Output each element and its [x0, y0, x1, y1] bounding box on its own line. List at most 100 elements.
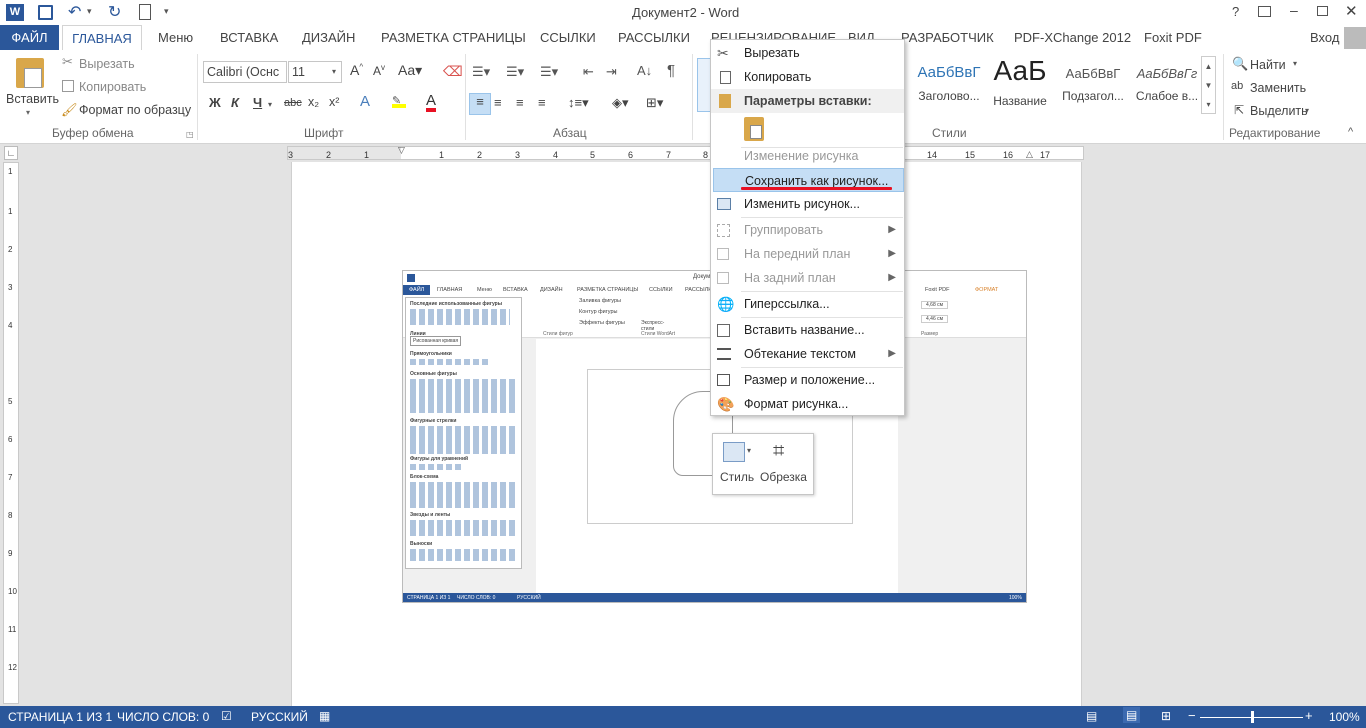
cut-icon[interactable]: ✂ — [62, 54, 73, 70]
menu-copy[interactable]: Копировать — [711, 65, 904, 89]
superscript-button[interactable]: x² — [329, 95, 339, 109]
save-icon[interactable] — [38, 5, 53, 20]
redo-icon[interactable]: ↻ — [108, 2, 121, 22]
menu-wrap-text[interactable]: Обтекание текстом ▶ — [711, 342, 904, 366]
horizontal-ruler[interactable]: 3 2 1 1 2 3 4 5 6 7 8 14 15 16 17 ▽ △ — [287, 145, 1084, 160]
ribbon-display-icon[interactable] — [1258, 6, 1271, 17]
grow-font-button[interactable]: A^ — [350, 62, 363, 78]
style-subtle-emphasis[interactable]: АаБбВвГг Слабое в... — [1132, 56, 1202, 112]
macro-icon[interactable]: ▦ — [319, 709, 330, 723]
tab-design[interactable]: ДИЗАЙН — [302, 25, 355, 50]
vertical-ruler[interactable]: 1 1 2 3 4 5 6 7 8 9 10 11 12 — [3, 162, 19, 704]
show-marks-icon[interactable]: ¶ — [667, 62, 675, 79]
undo-icon[interactable]: ↶ — [68, 2, 81, 22]
find-icon[interactable]: 🔍 — [1232, 56, 1248, 72]
justify-icon[interactable]: ≡ — [538, 95, 546, 110]
sort-icon[interactable]: A↓ — [637, 63, 652, 78]
zoom-in-icon[interactable]: + — [1305, 708, 1313, 723]
style-dropdown-icon[interactable]: ▾ — [747, 446, 751, 455]
tab-references[interactable]: ССЫЛКИ — [540, 25, 596, 50]
font-name-combo[interactable]: Calibri (Оснс — [203, 61, 287, 83]
tab-pdfxchange[interactable]: PDF-XChange 2012 — [1014, 25, 1131, 50]
align-center-icon[interactable]: ≡ — [494, 95, 502, 110]
right-indent-marker[interactable]: △ — [1026, 149, 1033, 160]
tab-selector[interactable]: ∟ — [4, 146, 18, 160]
tab-home[interactable]: ГЛАВНАЯ — [62, 25, 142, 51]
copy-button[interactable]: Копировать — [79, 80, 146, 94]
increase-indent-icon[interactable]: ⇥ — [606, 64, 617, 80]
tab-menu[interactable]: Меню — [158, 25, 193, 50]
menu-hyperlink[interactable]: 🌐 Гиперссылка... — [711, 292, 904, 316]
status-page[interactable]: СТРАНИЦА 1 ИЗ 1 — [8, 710, 112, 724]
underline-dropdown-icon[interactable]: ▾ — [268, 100, 272, 109]
copy-icon[interactable] — [62, 80, 74, 92]
borders-icon[interactable]: ⊞▾ — [646, 95, 663, 111]
find-button[interactable]: Найти — [1250, 58, 1286, 72]
customize-qat-icon[interactable]: ▾ — [164, 6, 169, 17]
tab-insert[interactable]: ВСТАВКА — [220, 25, 278, 50]
style-button[interactable]: Стиль — [720, 470, 754, 484]
multilevel-list-icon[interactable]: ☰▾ — [540, 64, 558, 80]
style-normal-partial[interactable] — [697, 58, 711, 112]
new-doc-icon[interactable] — [139, 4, 151, 20]
font-color-button[interactable]: A — [426, 93, 437, 112]
style-heading1[interactable]: АаБбВвГ Заголово... — [910, 56, 988, 112]
select-dropdown-icon[interactable]: ▾ — [1305, 106, 1309, 115]
status-words[interactable]: ЧИСЛО СЛОВ: 0 — [117, 710, 209, 724]
align-right-icon[interactable]: ≡ — [516, 95, 524, 110]
italic-button[interactable]: К — [231, 95, 239, 110]
status-language[interactable]: РУССКИЙ — [251, 710, 308, 724]
shading-icon[interactable]: ◈▾ — [612, 95, 629, 111]
collapse-ribbon-icon[interactable]: ^ — [1348, 126, 1353, 138]
zoom-level[interactable]: 100% — [1329, 710, 1360, 724]
bold-button[interactable]: Ж — [209, 95, 221, 110]
menu-insert-caption[interactable]: Вставить название... — [711, 318, 904, 342]
avatar[interactable] — [1344, 27, 1366, 49]
login-link[interactable]: Вход — [1310, 25, 1339, 50]
numbering-icon[interactable]: ☰▾ — [506, 64, 524, 80]
text-effects-button[interactable]: A — [360, 93, 370, 110]
paste-keep-source-icon[interactable] — [744, 117, 764, 141]
align-left-icon[interactable]: ≡ — [469, 93, 491, 115]
proofing-icon[interactable]: ☑ — [221, 709, 232, 723]
find-dropdown-icon[interactable]: ▾ — [1293, 59, 1297, 68]
bullets-icon[interactable]: ☰▾ — [472, 64, 490, 80]
indent-marker[interactable]: ▽ — [398, 145, 405, 156]
tab-file[interactable]: ФАЙЛ — [0, 25, 59, 50]
replace-icon[interactable]: ab — [1231, 80, 1243, 92]
decrease-indent-icon[interactable]: ⇤ — [583, 64, 594, 80]
tab-mailings[interactable]: РАССЫЛКИ — [618, 25, 690, 50]
strikethrough-button[interactable]: abc — [284, 97, 302, 109]
read-mode-icon[interactable]: ▤ — [1086, 709, 1097, 723]
paste-icon[interactable] — [16, 58, 44, 88]
tab-layout[interactable]: РАЗМЕТКА СТРАНИЦЫ — [381, 25, 526, 50]
change-case-button[interactable]: Aa▾ — [398, 62, 422, 79]
font-size-dropdown-icon[interactable]: ▾ — [332, 67, 336, 76]
web-layout-icon[interactable]: ⊞ — [1161, 709, 1171, 723]
underline-button[interactable]: Ч — [253, 95, 262, 110]
tab-foxit[interactable]: Foxit PDF — [1144, 25, 1202, 50]
menu-cut[interactable]: ✂ Вырезать — [711, 41, 904, 65]
format-painter-icon[interactable]: 🖌 — [61, 102, 78, 118]
tab-developer[interactable]: РАЗРАБОТЧИК — [901, 25, 994, 50]
line-spacing-icon[interactable]: ↕≡▾ — [568, 95, 589, 111]
help-button[interactable]: ? — [1232, 4, 1239, 19]
cut-button[interactable]: Вырезать — [79, 57, 135, 71]
undo-dropdown-icon[interactable]: ▾ — [87, 6, 92, 17]
select-button[interactable]: Выделить — [1250, 104, 1308, 118]
restore-button[interactable] — [1317, 6, 1328, 16]
crop-button[interactable]: Обрезка — [760, 470, 807, 484]
minimize-button[interactable]: – — [1290, 2, 1298, 18]
dialog-launcher-icon[interactable]: ◳ — [186, 130, 194, 139]
style-subtitle[interactable]: АаБбВвГ Подзагол... — [1056, 56, 1130, 112]
format-painter-button[interactable]: Формат по образцу — [79, 103, 191, 117]
replace-button[interactable]: Заменить — [1250, 81, 1306, 95]
paste-button[interactable]: Вставить — [6, 92, 59, 106]
close-button[interactable]: ✕ — [1345, 2, 1358, 20]
zoom-out-icon[interactable]: − — [1188, 708, 1196, 723]
subscript-button[interactable]: x₂ — [308, 95, 319, 109]
shrink-font-button[interactable]: Av — [373, 63, 385, 78]
select-icon[interactable]: ⇱ — [1234, 103, 1244, 117]
style-title[interactable]: АаБ Название — [988, 56, 1052, 112]
menu-size-position[interactable]: Размер и положение... — [711, 368, 904, 392]
